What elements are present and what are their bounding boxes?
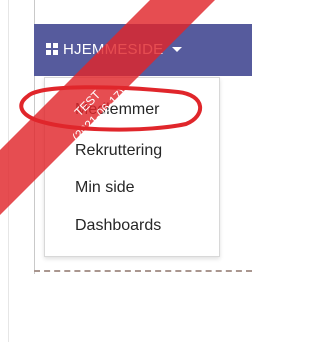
grid-icon <box>46 43 58 55</box>
dashed-divider <box>34 270 252 272</box>
rail-divider <box>8 0 9 342</box>
menu-item-rekruttering[interactable]: Rekruttering <box>75 142 162 160</box>
menu-item-medlemmer[interactable]: Medlemmer <box>75 101 159 119</box>
left-rail <box>0 0 35 342</box>
page-content-area <box>34 274 252 342</box>
home-menu-toggle[interactable]: HJEMMESIDE <box>46 38 183 60</box>
menu-item-dashboards[interactable]: Dashboards <box>75 217 161 235</box>
home-menu-label: HJEMMESIDE <box>63 40 164 58</box>
top-navbar: HJEMMESIDE <box>34 24 252 76</box>
caret-down-icon <box>172 46 183 52</box>
menu-item-min-side[interactable]: Min side <box>75 179 135 197</box>
home-dropdown-menu: Medlemmer Rekruttering Min side Dashboar… <box>44 77 220 257</box>
